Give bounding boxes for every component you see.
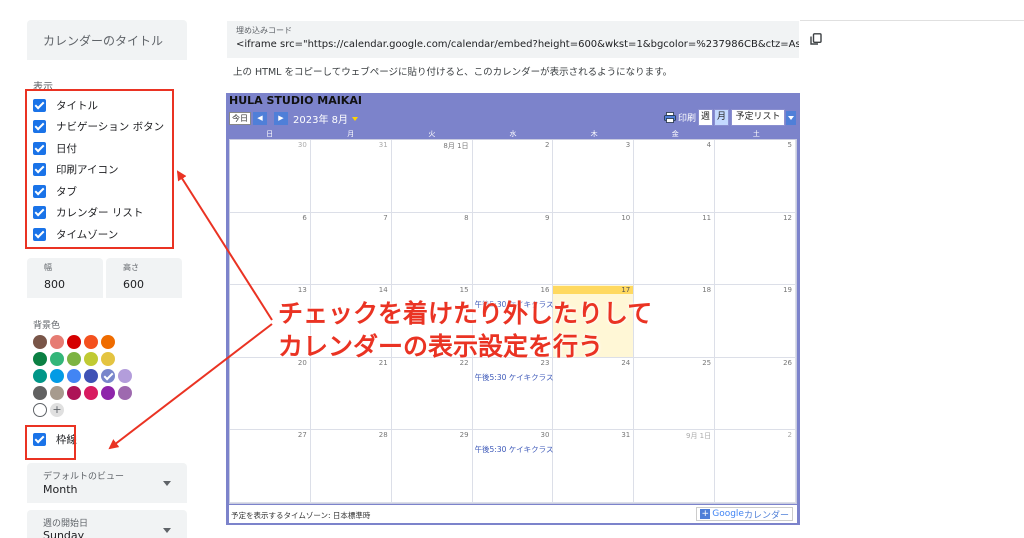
- arrow-to-border-option: [108, 323, 273, 450]
- annotation-arrows: [108, 170, 273, 450]
- annotation-line-1: チェックを着けたり外したりして: [278, 299, 653, 328]
- annotation-line-2: カレンダーの表示設定を行う: [278, 332, 604, 361]
- arrow-to-display-options: [176, 170, 273, 321]
